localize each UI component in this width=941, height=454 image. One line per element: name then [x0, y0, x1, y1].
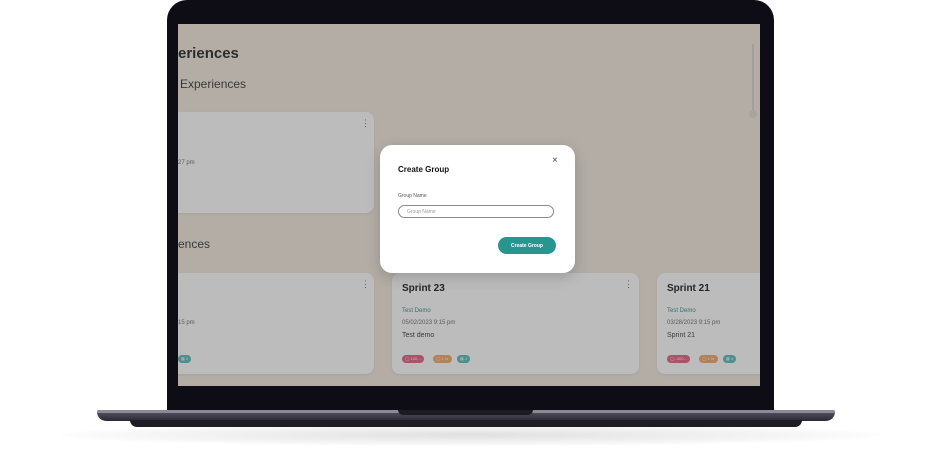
- close-icon[interactable]: ×: [552, 156, 558, 166]
- modal-title: Create Group: [398, 165, 450, 174]
- laptop-shadow: [60, 424, 880, 446]
- create-group-button[interactable]: Create Group: [498, 237, 556, 254]
- laptop-base-underside: [130, 420, 802, 427]
- create-group-modal: Create Group × Group Name Create Group: [380, 145, 575, 273]
- group-name-label: Group Name: [398, 193, 427, 199]
- laptop-base-notch: [398, 410, 533, 415]
- laptop-screen: eriences Experiences ⋮ 27 pm ences ⋮ 15 …: [178, 24, 760, 386]
- group-name-input[interactable]: [398, 205, 554, 218]
